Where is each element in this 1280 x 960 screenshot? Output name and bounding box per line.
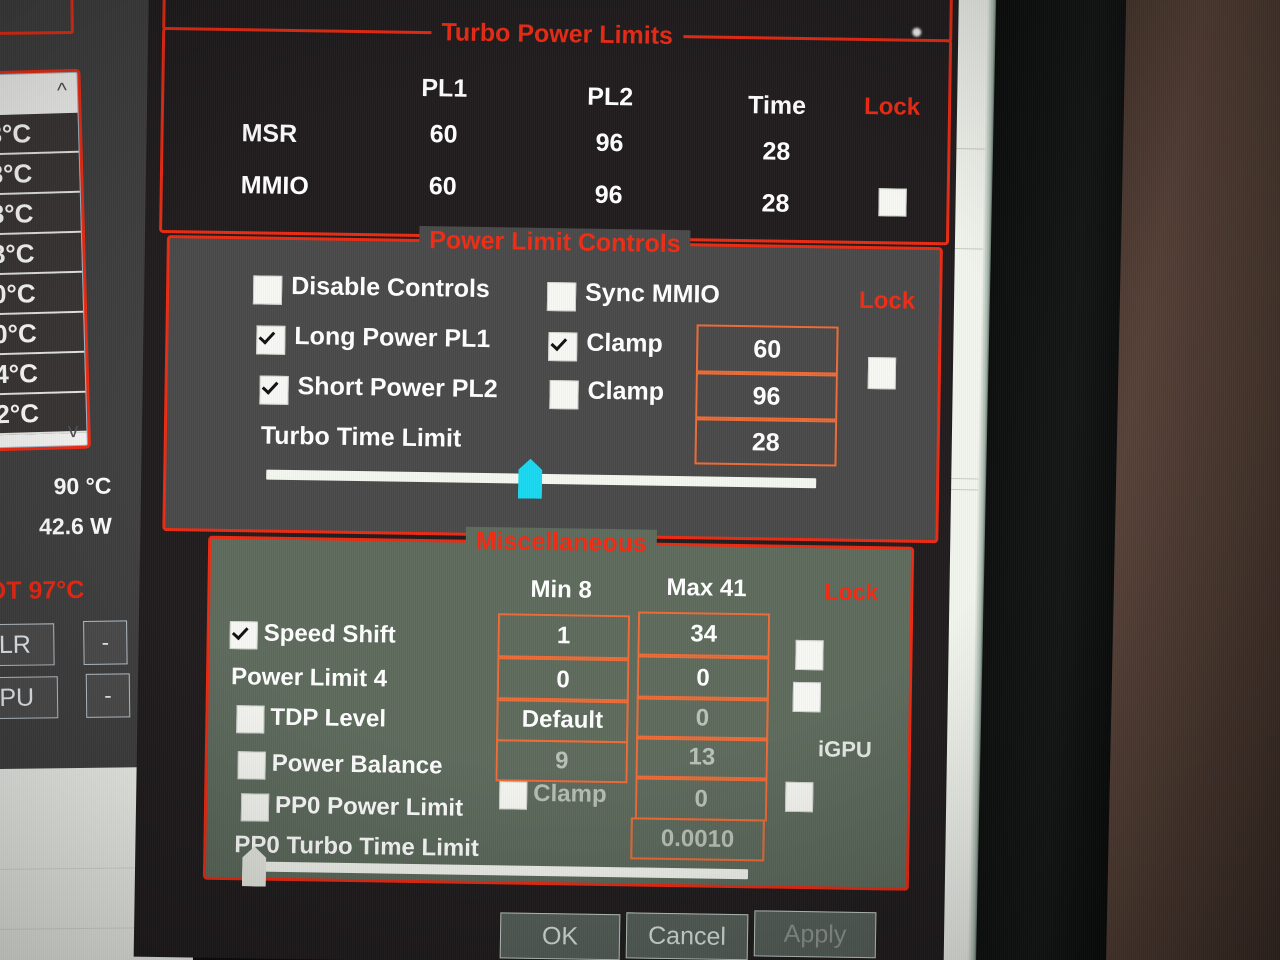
- clamp-pl2-checkbox[interactable]: [549, 380, 579, 410]
- max-header: Max 41: [666, 573, 747, 603]
- dropdown-header: Max ^: [0, 73, 78, 117]
- row-label-mmio: MMIO: [240, 171, 310, 201]
- miscellaneous-group: Miscellaneous Min 8 Max 41 Lock iGPU Spe…: [202, 526, 915, 891]
- photo-of-monitor-scene: ew Max ^ 78°C78°C88°C88°C90°C90°C84°C82°…: [0, 0, 1280, 960]
- power-balance-max-field[interactable]: 13: [635, 735, 769, 780]
- mmio-lock-checkbox[interactable]: [878, 188, 907, 217]
- ok-button[interactable]: OK: [499, 912, 621, 960]
- group-title-miscellaneous: Miscellaneous: [465, 526, 657, 559]
- speed-shift-label: Speed Shift: [263, 619, 396, 649]
- max-temperature-dropdown[interactable]: Max ^ 78°C78°C88°C88°C90°C90°C84°C82°C v: [0, 71, 88, 450]
- group-title-power-limit-controls: Power Limit Controls: [418, 225, 691, 260]
- column-header-pl1: PL1: [421, 73, 468, 103]
- temperature-list-item[interactable]: 90°C: [0, 272, 84, 317]
- power-limit-4-label: Power Limit 4: [230, 663, 388, 693]
- mmio-pl2-value: 96: [594, 180, 623, 210]
- igpu-label: iGPU: [817, 736, 872, 763]
- row-label-msr: MSR: [241, 119, 298, 149]
- pp0-clamp-checkbox[interactable]: [499, 781, 528, 810]
- turbo-power-limits-dialog[interactable]: Turbo Power Limits PL1 PL2 Time Lock MSR…: [133, 0, 961, 960]
- mmio-pl1-value: 60: [428, 172, 457, 201]
- pl1-value-field[interactable]: 60: [695, 324, 839, 375]
- monitor-bezel: [975, 0, 1127, 960]
- speed-shift-min-field[interactable]: 1: [497, 613, 631, 660]
- power-balance-label: Power Balance: [271, 749, 443, 780]
- tdp-level-label: TDP Level: [270, 703, 387, 733]
- speed-shift-max-field[interactable]: 34: [637, 611, 771, 658]
- power-limit-lock-label: Lock: [858, 286, 916, 315]
- temperature-list-item[interactable]: 88°C: [0, 192, 81, 238]
- max-power-readout: 42.6 W: [38, 512, 113, 540]
- min-header: Min 8: [530, 575, 593, 604]
- temperature-list-item[interactable]: 88°C: [0, 232, 83, 277]
- pp0-power-limit-checkbox[interactable]: [240, 793, 270, 822]
- sync-mmio-label: Sync MMIO: [584, 278, 721, 309]
- column-header-time: Time: [747, 91, 807, 121]
- column-header-lock: Lock: [863, 92, 921, 121]
- tdp-level-checkbox[interactable]: [236, 705, 265, 734]
- clamp-pl2-label: Clamp: [587, 376, 665, 406]
- power-limit-4-min-field[interactable]: 0: [496, 657, 630, 704]
- temperature-list[interactable]: 78°C 78°C 88°C 88°C 90°C 90°C 84°C 82°C: [0, 112, 87, 437]
- tdp-level-min-field[interactable]: Default: [496, 697, 629, 744]
- clr-button[interactable]: CLR: [0, 623, 55, 667]
- power-balance-checkbox[interactable]: [237, 751, 266, 780]
- misc-lock-checkbox-1[interactable]: [795, 639, 824, 671]
- prochot-readout: CHOT 97°C: [0, 575, 85, 606]
- cancel-button[interactable]: Cancel: [625, 912, 749, 960]
- disable-controls-checkbox[interactable]: [252, 275, 283, 305]
- chevron-down-icon[interactable]: v: [68, 419, 79, 443]
- group-title-turbo-power-limits: Turbo Power Limits: [431, 18, 684, 52]
- apply-button[interactable]: Apply: [753, 910, 877, 959]
- long-power-pl1-checkbox[interactable]: [256, 325, 286, 355]
- clr-minus-button[interactable]: -: [83, 620, 128, 665]
- temperature-list-item[interactable]: 84°C: [0, 352, 86, 397]
- turbo-time-limit-slider[interactable]: [266, 470, 817, 489]
- max-temp-readout: 90 °C: [53, 472, 112, 500]
- pp0-turbo-time-limit-field[interactable]: 0.0010: [630, 817, 765, 862]
- pp0-power-limit-label: PP0 Power Limit: [274, 791, 464, 822]
- temperature-list-item[interactable]: 78°C: [0, 112, 79, 158]
- turbo-time-limit-field[interactable]: 28: [694, 418, 838, 467]
- misc-lock-checkbox-3[interactable]: [785, 781, 814, 813]
- power-limit-lock-checkbox[interactable]: [867, 357, 897, 390]
- temperature-list-item[interactable]: 78°C: [0, 152, 80, 198]
- msr-pl1-value: 60: [429, 120, 458, 149]
- main-window-group-box: [0, 0, 74, 36]
- tdp-level-max-field[interactable]: 0: [636, 695, 769, 742]
- sync-mmio-checkbox[interactable]: [546, 281, 577, 312]
- pp0-power-limit-max-field[interactable]: 0: [634, 777, 768, 822]
- temperature-list-item[interactable]: 90°C: [0, 312, 85, 357]
- speed-shift-checkbox[interactable]: [229, 621, 258, 650]
- misc-lock-checkbox-2[interactable]: [792, 681, 822, 713]
- short-power-pl2-checkbox[interactable]: [259, 375, 289, 405]
- pp0-turbo-time-limit-label: PP0 Turbo Time Limit: [234, 831, 480, 862]
- turbo-power-limits-group: Turbo Power Limits PL1 PL2 Time Lock MSR…: [159, 18, 953, 246]
- monitor-screen: ew Max ^ 78°C78°C88°C88°C90°C90°C84°C82°…: [0, 0, 992, 960]
- pp0-clamp-label: Clamp: [533, 779, 607, 808]
- long-power-pl1-label: Long Power PL1: [294, 322, 491, 354]
- gpu-button[interactable]: GPU: [0, 676, 59, 720]
- msr-time-value: 28: [762, 137, 791, 166]
- miscellaneous-lock-label: Lock: [824, 578, 879, 606]
- clamp-pl1-checkbox[interactable]: [548, 332, 578, 362]
- pp0-turbo-time-slider[interactable]: [244, 861, 749, 879]
- short-power-pl2-label: Short Power PL2: [297, 372, 498, 404]
- msr-pl2-value: 96: [595, 128, 624, 158]
- chevron-up-icon[interactable]: ^: [57, 79, 68, 103]
- gpu-minus-button[interactable]: -: [85, 673, 131, 718]
- power-limit-4-max-field[interactable]: 0: [636, 655, 770, 702]
- disable-controls-label: Disable Controls: [290, 271, 491, 304]
- turbo-time-limit-label: Turbo Time Limit: [260, 421, 462, 453]
- power-balance-min-field[interactable]: 9: [495, 739, 629, 784]
- clamp-pl1-label: Clamp: [586, 328, 663, 358]
- pl2-value-field[interactable]: 96: [695, 372, 838, 421]
- slider-thumb[interactable]: [518, 459, 543, 499]
- column-header-pl2: PL2: [587, 82, 634, 112]
- mmio-time-value: 28: [761, 189, 790, 218]
- status-dot-icon: [912, 27, 922, 37]
- power-limit-controls-group: Power Limit Controls Disable Controls Sy…: [162, 225, 943, 544]
